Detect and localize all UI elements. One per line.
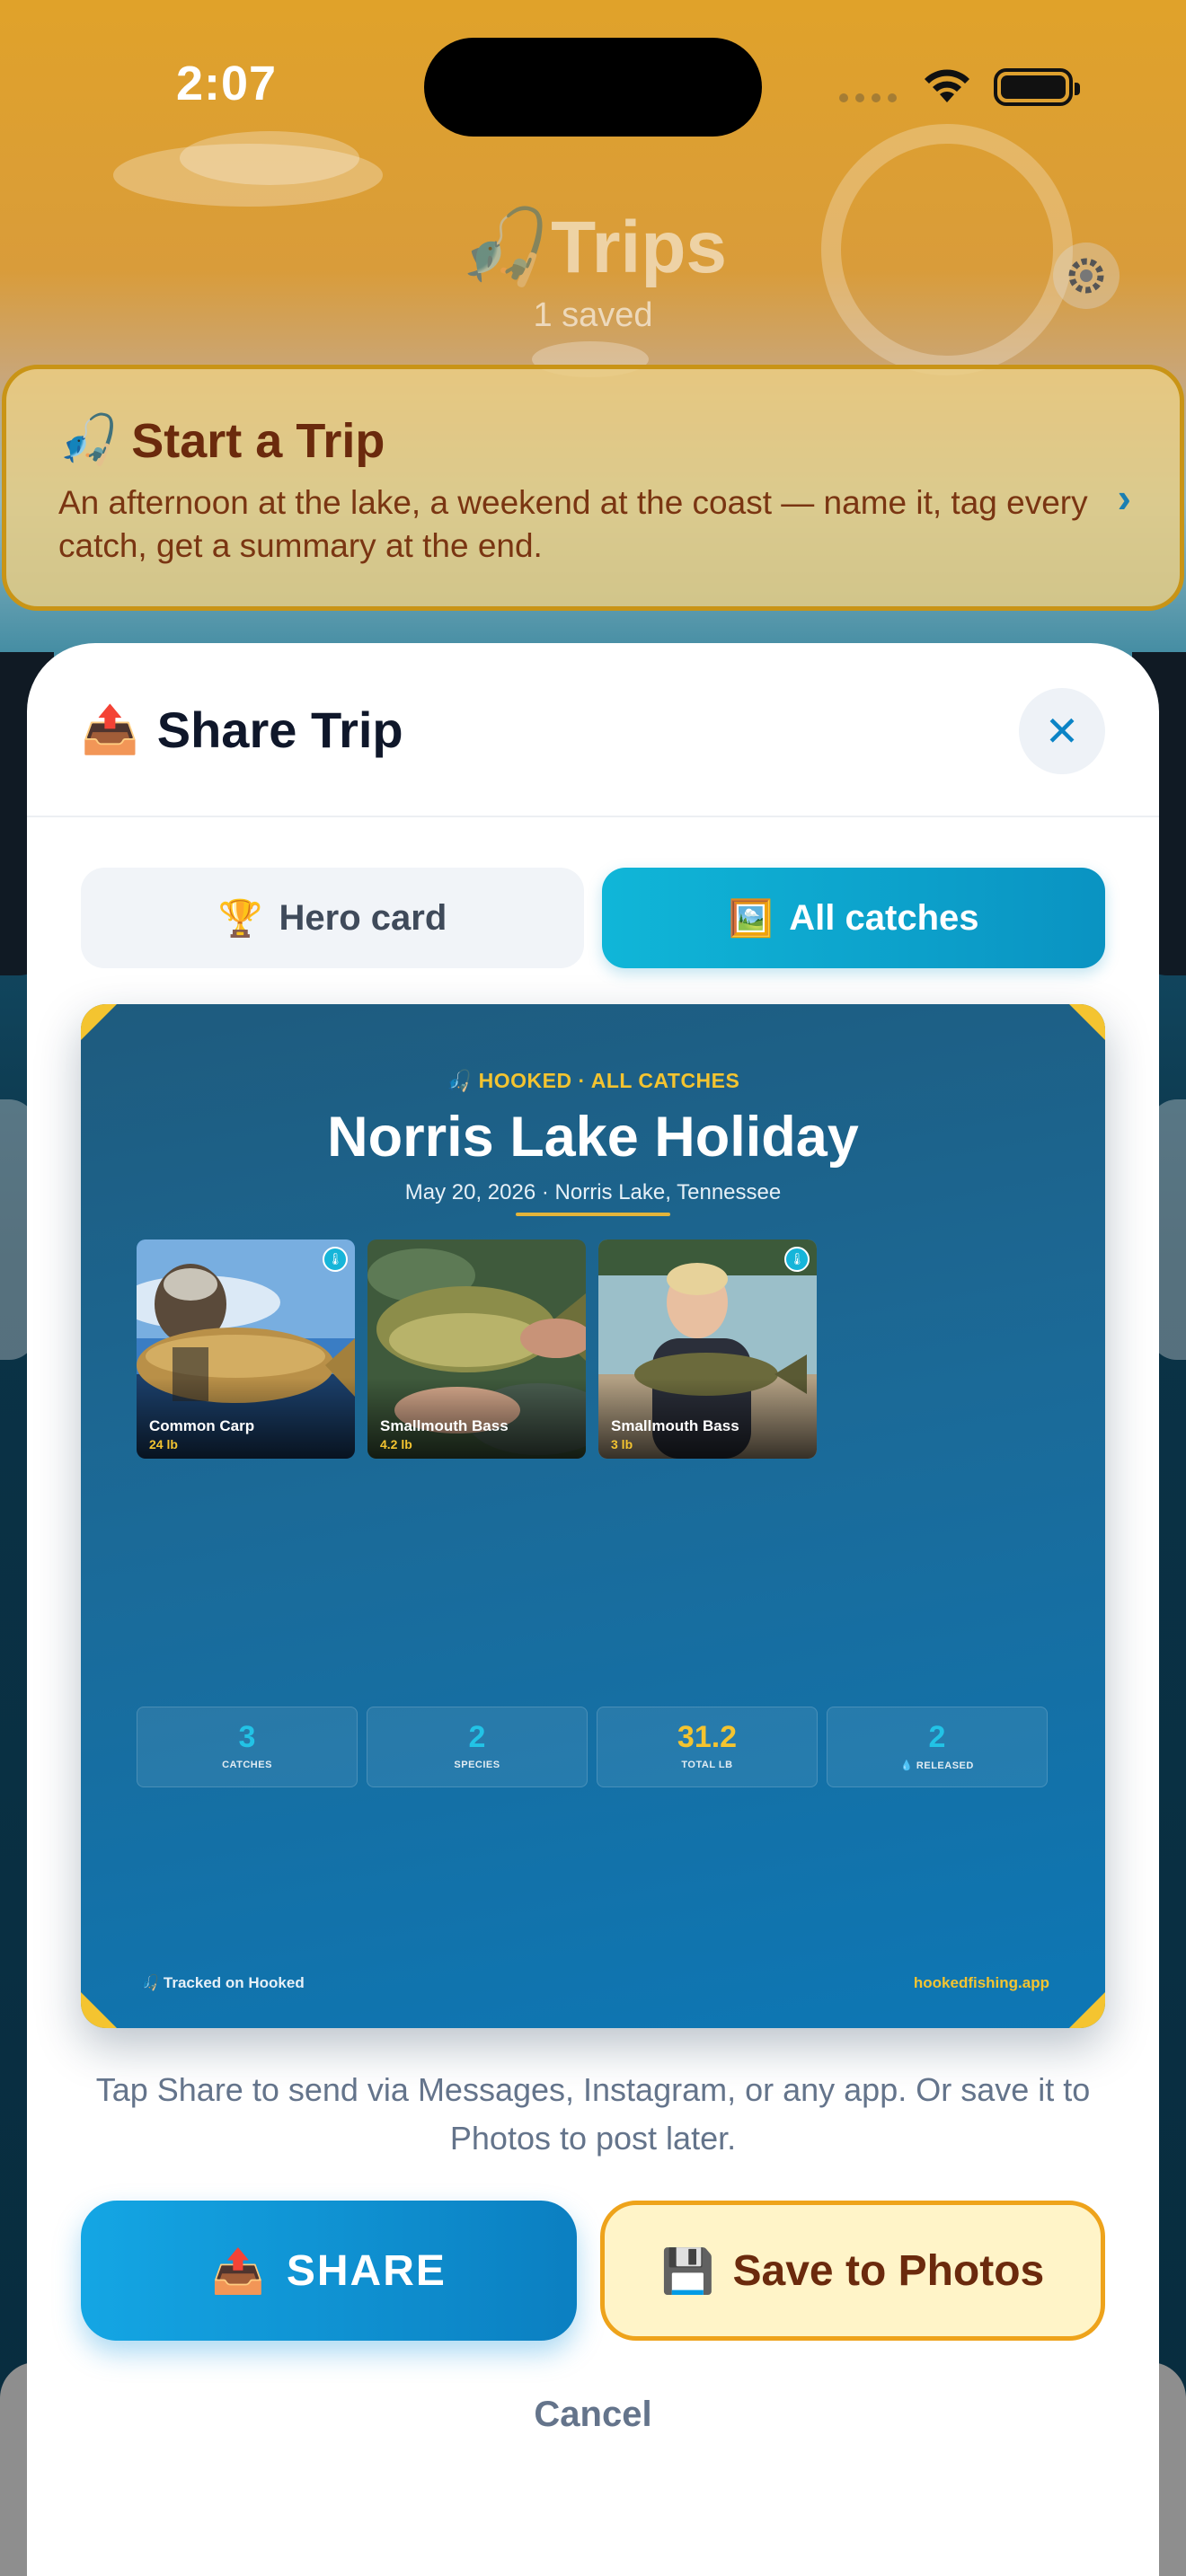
- page-title: 🎣Trips: [458, 207, 728, 288]
- tab-hero-card[interactable]: 🏆 Hero card: [81, 868, 584, 968]
- outbox-tray-icon: 📤: [211, 2247, 267, 2296]
- stat-catches: 3 CATCHES: [137, 1707, 358, 1787]
- released-icon: 🌡: [784, 1247, 810, 1272]
- cancel-button[interactable]: Cancel: [27, 2395, 1159, 2435]
- fishing-rod-icon: 🎣: [58, 413, 119, 467]
- fishing-rod-icon: 🎣: [446, 1069, 473, 1092]
- released-icon: 🌡: [323, 1247, 348, 1272]
- catch-species: Common Carp: [149, 1417, 255, 1434]
- close-icon: ✕: [1044, 708, 1080, 754]
- trophy-icon: 🏆: [217, 898, 263, 939]
- catch-photos: Common Carp 24 lb 🌡 Smallmouth Bass 4.2 …: [137, 1239, 817, 1459]
- stat-species: 2 SPECIES: [367, 1707, 588, 1787]
- cellular-signal-icon: [839, 93, 897, 102]
- dynamic-island: [424, 38, 762, 137]
- stat-released: 2 💧 RELEASED: [827, 1707, 1048, 1787]
- trip-stats: 3 CATCHES 2 SPECIES 31.2 TOTAL LB 2 💧 RE…: [137, 1707, 1048, 1787]
- catch-photo: Common Carp 24 lb 🌡: [137, 1239, 355, 1459]
- catch-species: Smallmouth Bass: [380, 1417, 509, 1434]
- fishing-rod-icon: 🎣: [140, 1974, 164, 1991]
- gear-icon[interactable]: [1053, 243, 1120, 309]
- cloud-decoration: [180, 131, 359, 185]
- corner-accent: [1033, 1004, 1105, 1076]
- droplet-icon: 💧: [900, 1760, 916, 1771]
- title-underline: [516, 1213, 670, 1216]
- save-to-photos-button[interactable]: 💾 Save to Photos: [600, 2201, 1105, 2341]
- status-icons: [839, 65, 1082, 110]
- start-trip-card[interactable]: 🎣 Start a Trip An afternoon at the lake,…: [2, 365, 1184, 611]
- sheet-title: 📤 Share Trip: [81, 701, 403, 758]
- trips-count: 1 saved: [533, 296, 653, 334]
- start-trip-description: An afternoon at the lake, a weekend at t…: [58, 484, 1088, 564]
- close-button[interactable]: ✕: [1019, 688, 1105, 774]
- catch-species: Smallmouth Bass: [611, 1417, 739, 1434]
- picture-icon: 🖼️: [728, 898, 774, 939]
- action-buttons: 📤 SHARE 💾 Save to Photos: [81, 2201, 1105, 2341]
- catch-photo: Smallmouth Bass 4.2 lb: [367, 1239, 586, 1459]
- share-trip-sheet: 📤 Share Trip ✕ 🏆 Hero card 🖼️ All catche…: [27, 643, 1159, 2576]
- card-brand: 🎣 HOOKED · ALL CATCHES: [446, 1069, 740, 1092]
- share-card-preview: 🎣 HOOKED · ALL CATCHES Norris Lake Holid…: [81, 1004, 1105, 2028]
- battery-icon: [994, 68, 1080, 106]
- wifi-icon: [925, 69, 969, 102]
- trip-name: Norris Lake Holiday: [327, 1106, 859, 1169]
- helper-text: Tap Share to send via Messages, Instagra…: [95, 2071, 1091, 2157]
- corner-accent: [81, 1956, 153, 2028]
- start-trip-title: 🎣 Start a Trip: [58, 413, 385, 468]
- sheet-header: 📤 Share Trip ✕: [27, 643, 1159, 817]
- card-footer-tracked: 🎣 Tracked on Hooked: [140, 1974, 305, 1991]
- stat-total-weight: 31.2 TOTAL LB: [597, 1707, 818, 1787]
- status-time: 2:07: [176, 57, 278, 110]
- card-footer-url: hookedfishing.app: [913, 1974, 1049, 1991]
- outbox-tray-icon: 📤: [81, 704, 139, 756]
- floppy-disk-icon: 💾: [660, 2247, 715, 2296]
- tab-all-catches[interactable]: 🖼️ All catches: [602, 868, 1105, 968]
- catch-weight: 24 lb: [149, 1437, 178, 1451]
- catch-photo: Smallmouth Bass 3 lb 🌡: [598, 1239, 817, 1459]
- corner-accent: [1033, 1956, 1105, 2028]
- card-style-tabs: 🏆 Hero card 🖼️ All catches: [81, 868, 1105, 968]
- chevron-right-icon: ›: [1117, 474, 1131, 521]
- share-button[interactable]: 📤 SHARE: [81, 2201, 577, 2341]
- corner-accent: [81, 1004, 153, 1076]
- trip-meta: May 20, 2026 · Norris Lake, Tennessee: [404, 1180, 782, 1204]
- catch-weight: 4.2 lb: [380, 1437, 412, 1451]
- catch-weight: 3 lb: [611, 1437, 633, 1451]
